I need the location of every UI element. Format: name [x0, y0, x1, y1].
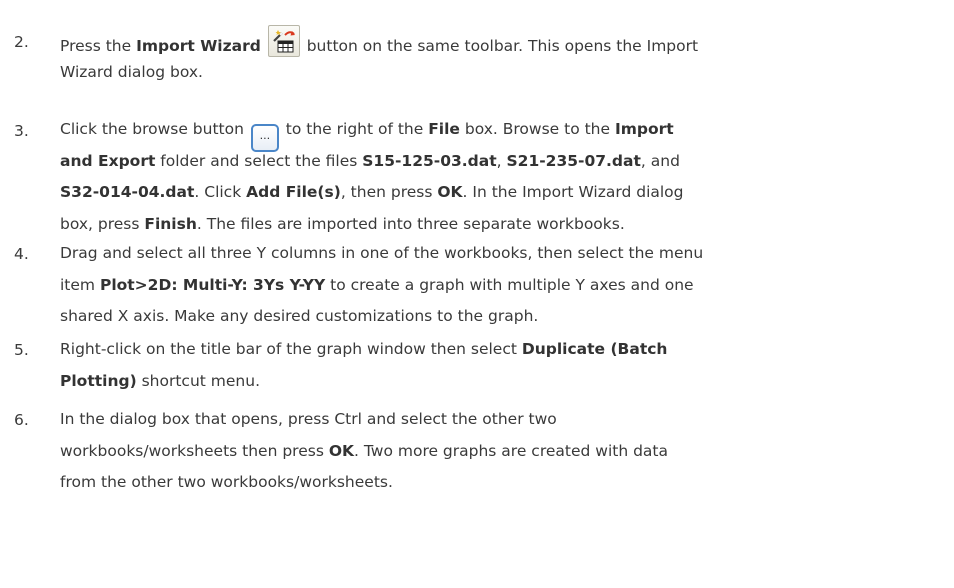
text-line: shared X axis. Make any desired customiz… — [60, 307, 539, 325]
text-line: In the dialog box that opens, press Ctrl… — [60, 410, 557, 428]
instruction-document: 2. Press the Import Wizard button on the… — [0, 0, 954, 588]
step-number: 6. — [14, 411, 29, 429]
import-wizard-label: Import Wizard — [136, 37, 261, 55]
text-line: Right-click on the title bar of the grap… — [60, 340, 668, 358]
step-number: 2. — [14, 33, 29, 51]
text-line: and Export folder and select the files S… — [60, 151, 680, 170]
text-line: box, press Finish. The files are importe… — [60, 214, 625, 233]
step-text: Click the browse button ... to the right… — [60, 114, 942, 240]
text-line: S32-014-04.dat. Click Add File(s), then … — [60, 183, 684, 201]
step-number: 3. — [14, 122, 29, 140]
text-line: Click the browse button ... to the right… — [60, 114, 942, 152]
step-number: 4. — [14, 245, 29, 263]
text-line: Wizard dialog box. — [60, 62, 203, 81]
text-line: Press the Import Wizard button on the sa… — [60, 25, 942, 57]
browse-icon: ... — [250, 124, 279, 152]
step-text: Drag and select all three Y columns in o… — [60, 238, 942, 333]
text-line: workbooks/worksheets then press OK. Two … — [60, 441, 668, 460]
step-number: 5. — [14, 341, 29, 359]
import-wizard-icon — [267, 25, 300, 57]
text-line: Plotting) shortcut menu. — [60, 371, 260, 390]
text-line: from the other two workbooks/worksheets. — [60, 473, 393, 491]
text-line: item Plot>2D: Multi-Y: 3Ys Y-YY to creat… — [60, 275, 694, 294]
step-text: In the dialog box that opens, press Ctrl… — [60, 404, 942, 499]
text-line: Drag and select all three Y columns in o… — [60, 244, 704, 262]
step-text: Right-click on the title bar of the grap… — [60, 334, 942, 397]
step-text: Press the Import Wizard button on the sa… — [60, 25, 942, 88]
